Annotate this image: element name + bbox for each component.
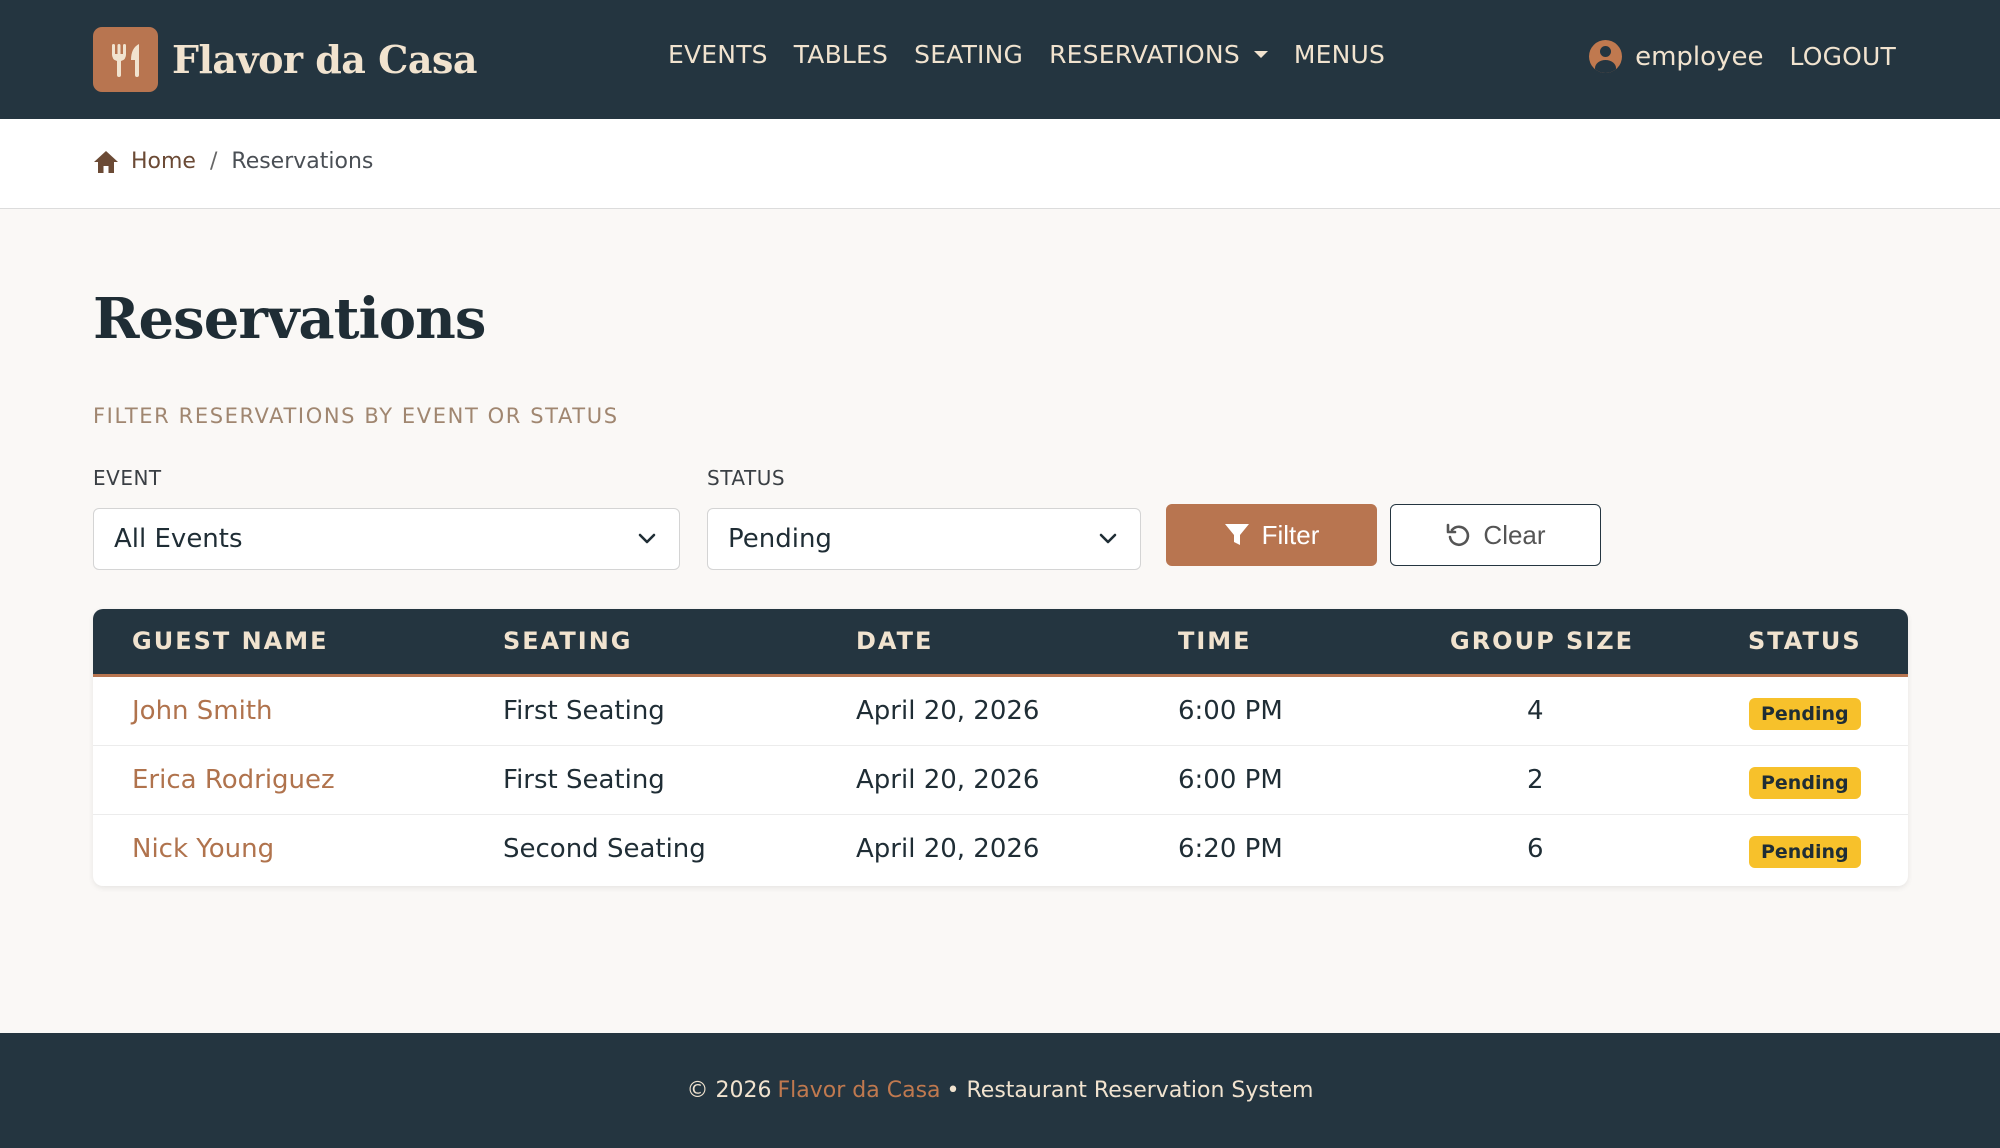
guest-name-link[interactable]: John Smith bbox=[132, 677, 273, 746]
footer: © 2026 Flavor da Casa • Restaurant Reser… bbox=[0, 1033, 2000, 1148]
status-filter-label: STATUS bbox=[707, 466, 786, 490]
seating-cell: Second Seating bbox=[503, 834, 706, 864]
status-badge: Pending bbox=[1749, 836, 1861, 868]
date-cell: April 20, 2026 bbox=[856, 765, 1040, 795]
col-time[interactable]: TIME bbox=[1178, 609, 1252, 674]
fork-knife-icon bbox=[93, 27, 158, 92]
group-size-cell: 6 bbox=[1527, 834, 1544, 864]
page-title: Reservations bbox=[93, 286, 486, 352]
status-badge: Pending bbox=[1749, 698, 1861, 730]
home-icon bbox=[94, 150, 118, 173]
breadcrumb-separator: / bbox=[209, 149, 218, 174]
top-navbar: Flavor da Casa EVENTS TABLES SEATING RES… bbox=[0, 0, 2000, 119]
footer-copyright: © 2026 bbox=[686, 1078, 772, 1103]
main-nav: EVENTS TABLES SEATING RESERVATIONS MENUS bbox=[668, 40, 1411, 69]
breadcrumb-bar: Home / Reservations bbox=[0, 119, 2000, 209]
event-filter-label: EVENT bbox=[93, 466, 162, 490]
guest-name-link[interactable]: Nick Young bbox=[132, 815, 274, 884]
nav-menus[interactable]: MENUS bbox=[1294, 40, 1385, 69]
col-guest-name[interactable]: GUEST NAME bbox=[132, 609, 329, 674]
seating-cell: First Seating bbox=[503, 765, 665, 795]
date-cell: April 20, 2026 bbox=[856, 834, 1040, 864]
funnel-icon bbox=[1224, 524, 1249, 545]
group-size-cell: 2 bbox=[1527, 765, 1544, 795]
status-select[interactable]: Pending bbox=[707, 508, 1141, 570]
user-name[interactable]: employee bbox=[1635, 42, 1763, 72]
clear-button[interactable]: Clear bbox=[1390, 504, 1601, 566]
breadcrumb-current: Reservations bbox=[231, 149, 374, 174]
brand-name: Flavor da Casa bbox=[172, 37, 478, 82]
nav-reservations-dropdown[interactable]: RESERVATIONS bbox=[1049, 40, 1268, 69]
date-cell: April 20, 2026 bbox=[856, 696, 1040, 726]
nav-tables[interactable]: TABLES bbox=[794, 40, 888, 69]
undo-icon bbox=[1447, 523, 1470, 547]
seating-cell: First Seating bbox=[503, 696, 665, 726]
table-row: Nick Young Second Seating April 20, 2026… bbox=[93, 815, 1908, 884]
col-date[interactable]: DATE bbox=[856, 609, 933, 674]
table-row: John Smith First Seating April 20, 2026 … bbox=[93, 677, 1908, 746]
status-select-value: Pending bbox=[728, 524, 832, 554]
brand[interactable]: Flavor da Casa bbox=[93, 27, 478, 92]
event-select[interactable]: All Events bbox=[93, 508, 680, 570]
chevron-down-icon bbox=[1099, 533, 1117, 544]
clear-button-label: Clear bbox=[1483, 519, 1546, 550]
footer-brand-link[interactable]: Flavor da Casa bbox=[778, 1078, 941, 1103]
status-badge: Pending bbox=[1749, 767, 1861, 799]
chevron-down-icon bbox=[638, 533, 656, 544]
time-cell: 6:00 PM bbox=[1178, 765, 1283, 795]
logout-link[interactable]: LOGOUT bbox=[1789, 42, 1896, 71]
breadcrumb-home[interactable]: Home bbox=[131, 149, 196, 174]
nav-events[interactable]: EVENTS bbox=[668, 40, 768, 69]
event-select-value: All Events bbox=[114, 524, 243, 554]
filter-caption: FILTER RESERVATIONS BY EVENT OR STATUS bbox=[93, 404, 619, 428]
caret-down-icon bbox=[1253, 51, 1268, 58]
time-cell: 6:20 PM bbox=[1178, 834, 1283, 864]
col-status[interactable]: STATUS bbox=[1748, 609, 1862, 674]
group-size-cell: 4 bbox=[1527, 696, 1544, 726]
breadcrumb: Home / Reservations bbox=[93, 149, 373, 174]
time-cell: 6:00 PM bbox=[1178, 696, 1283, 726]
user-avatar-icon bbox=[1589, 40, 1623, 73]
guest-name-link[interactable]: Erica Rodriguez bbox=[132, 746, 335, 815]
filter-button[interactable]: Filter bbox=[1166, 504, 1377, 566]
table-row: Erica Rodriguez First Seating April 20, … bbox=[93, 746, 1908, 815]
col-group-size[interactable]: GROUP SIZE bbox=[1450, 609, 1634, 674]
reservations-table: GUEST NAME SEATING DATE TIME GROUP SIZE … bbox=[93, 609, 1908, 886]
user-area: employee LOGOUT bbox=[1589, 40, 1896, 73]
col-seating[interactable]: SEATING bbox=[503, 609, 632, 674]
table-header: GUEST NAME SEATING DATE TIME GROUP SIZE … bbox=[93, 609, 1908, 677]
footer-tagline: • Restaurant Reservation System bbox=[946, 1078, 1314, 1103]
nav-seating[interactable]: SEATING bbox=[914, 40, 1023, 69]
filter-button-label: Filter bbox=[1261, 519, 1320, 550]
nav-reservations-label: RESERVATIONS bbox=[1049, 40, 1240, 69]
